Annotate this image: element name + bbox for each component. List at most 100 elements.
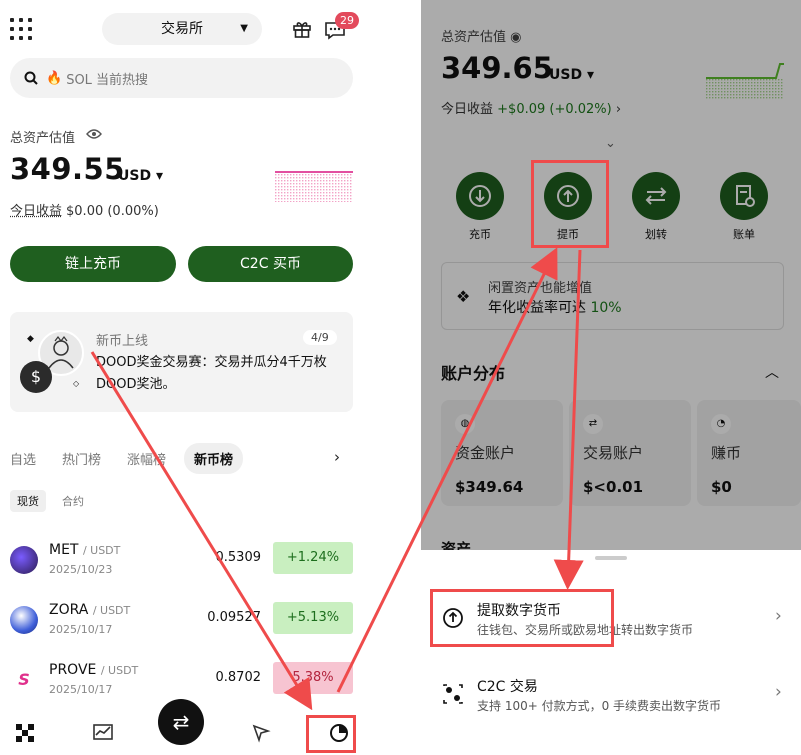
currency-label: USD — [549, 67, 583, 83]
discover-icon[interactable] — [250, 722, 272, 744]
quote-text: / USDT — [92, 604, 131, 617]
row-change: +5.13% — [273, 602, 353, 634]
dollar-coin-icon: $ — [20, 361, 52, 393]
withdraw-sheet: 提取数字货币 往钱包、交易所或欧易地址转出数字货币 › C2C 交易 支持 10… — [421, 550, 801, 755]
trading-account-card[interactable]: ⇄ 交易账户 $<0.01 — [569, 400, 691, 506]
exchange-icon: ⇄ — [583, 414, 603, 434]
sheet-handle[interactable] — [595, 556, 627, 560]
deposit-action[interactable]: 充币 — [455, 172, 505, 242]
market-row[interactable]: S PROVE / USDT 2025/10/17 0.8702 5.38% — [10, 662, 353, 702]
tab-gainers[interactable]: 涨幅榜 — [127, 449, 166, 468]
earn-account-card[interactable]: ◔ 赚币 $0 — [697, 400, 801, 506]
subtab-futures[interactable]: 合约 — [62, 493, 84, 509]
account-value: $349.64 — [455, 478, 524, 496]
prove-coin-icon: S — [10, 666, 38, 694]
trade-button[interactable]: ⇄ — [158, 699, 204, 745]
deposit-label: 充币 — [469, 228, 491, 241]
chevron-right-icon: › — [775, 606, 782, 626]
row-change: +1.24% — [273, 542, 353, 574]
account-distribution-title: 账户分布 — [441, 364, 506, 383]
today-pnl-label: 今日收益 — [441, 102, 494, 117]
exchange-switch[interactable]: 交易所 ▼ — [102, 13, 262, 45]
quote-text: / USDT — [100, 664, 139, 677]
caret-down-icon: ▼ — [240, 23, 248, 34]
today-pnl[interactable]: 今日收益 +$0.09 (+0.02%) › — [441, 98, 621, 117]
symbol-text: PROVE — [49, 662, 97, 678]
today-pnl-value: +$0.09 (+0.02%) — [497, 102, 612, 117]
bill-action[interactable]: 账单 — [719, 172, 769, 242]
home-screen: 交易所 ▼ 29 🔥 SOL 当前热搜 总资产估值 349.55 USD ▾ 今… — [0, 0, 371, 755]
asset-sparkline — [706, 63, 784, 100]
earn-banner-line1: 闲置资产也能增值 — [488, 281, 593, 296]
transfer-icon — [632, 172, 680, 220]
account-name: 赚币 — [711, 444, 742, 462]
chevron-down-icon[interactable]: ⌄ — [605, 136, 616, 151]
currency-selector[interactable]: USD ▾ — [549, 67, 594, 83]
tab-watchlist[interactable]: 自选 — [10, 449, 36, 468]
row-symbol: ZORA / USDT — [49, 602, 130, 618]
c2c-sell-option[interactable]: C2C 交易 支持 100+ 付款方式，0 手续费卖出数字货币 › — [421, 670, 801, 730]
row-change: 5.38% — [273, 662, 353, 694]
diamond-icon: ◆ — [27, 334, 34, 344]
fire-icon: 🔥 — [46, 70, 63, 86]
deposit-icon — [456, 172, 504, 220]
people-exchange-icon — [441, 682, 465, 706]
bill-icon — [720, 172, 768, 220]
total-assets-label-text: 总资产估值 — [441, 30, 507, 45]
search-input[interactable]: 🔥 SOL 当前热搜 — [10, 58, 353, 98]
promo-card[interactable]: ◆ $ ◇ 新币上线 4/9 DOOD奖金交易赛：交易并瓜分4千万枚DOOD奖池… — [10, 312, 353, 412]
earn-banner-line2: 年化收益率可达 10% — [488, 297, 622, 317]
onchain-deposit-button[interactable]: 链上充币 — [10, 246, 176, 282]
search-icon — [24, 71, 38, 85]
chevron-right-icon[interactable]: › — [334, 448, 340, 466]
assets-tab-highlight — [306, 715, 356, 753]
earn-rate: 10% — [590, 300, 622, 316]
chevron-up-icon[interactable]: ︿ — [765, 362, 779, 382]
asset-sparkline — [275, 171, 353, 202]
eye-icon[interactable] — [86, 128, 102, 140]
promo-title: 新币上线 — [96, 334, 149, 349]
row-symbol: MET / USDT — [49, 542, 120, 558]
transfer-label: 划转 — [645, 228, 667, 241]
row-date: 2025/10/17 — [49, 683, 113, 696]
okx-logo-icon[interactable] — [14, 722, 36, 744]
row-symbol: PROVE / USDT — [49, 662, 138, 678]
market-row[interactable]: ZORA / USDT 2025/10/17 0.09527 +5.13% — [10, 602, 353, 642]
symbol-text: MET — [49, 542, 79, 558]
c2c-buy-button[interactable]: C2C 买币 — [188, 246, 353, 282]
option-title: C2C 交易 — [477, 679, 538, 695]
account-name: 交易账户 — [583, 444, 644, 462]
subtab-spot[interactable]: 现货 — [10, 490, 46, 512]
account-value: $0 — [711, 478, 732, 496]
today-pnl: 今日收益 $0.00 (0.00%) — [10, 200, 159, 219]
earn-banner[interactable]: ❖ 闲置资产也能增值 年化收益率可达 10% — [441, 262, 784, 330]
tab-new-listings[interactable]: 新币榜 — [184, 442, 244, 474]
apps-grid-icon[interactable] — [10, 18, 32, 40]
earn-icon: ◔ — [711, 414, 731, 434]
eye-icon[interactable]: ◉ — [510, 30, 521, 45]
gift-icon[interactable] — [292, 19, 312, 39]
search-placeholder: SOL 当前热搜 — [66, 72, 149, 88]
account-name: 资金账户 — [455, 444, 516, 462]
row-price: 0.8702 — [215, 670, 262, 685]
assets-screen: 总资产估值 ◉ 349.65 USD ▾ 今日收益 +$0.09 (+0.02%… — [421, 0, 801, 755]
withdraw-crypto-highlight — [430, 589, 614, 647]
tab-hot[interactable]: 热门榜 — [62, 449, 101, 468]
total-assets-label: 总资产估值 ◉ — [441, 26, 522, 45]
today-pnl-value: $0.00 (0.00%) — [66, 204, 159, 219]
market-chart-icon[interactable] — [92, 722, 114, 744]
market-row[interactable]: MET / USDT 2025/10/23 0.5309 +1.24% — [10, 542, 353, 582]
market-tabs: 自选 热门榜 涨幅榜 新币榜 — [10, 442, 353, 474]
currency-selector[interactable]: USD ▾ — [118, 168, 163, 184]
notification-badge: 29 — [335, 12, 359, 29]
met-coin-icon — [10, 546, 38, 574]
transfer-action[interactable]: 划转 — [631, 172, 681, 242]
row-price: 0.09527 — [207, 610, 261, 625]
diamond-outline-icon: ◇ — [73, 379, 80, 388]
funding-account-card[interactable]: ◍ 资金账户 $349.64 — [441, 400, 563, 506]
bill-label: 账单 — [733, 228, 755, 241]
coins-icon: ❖ — [456, 287, 471, 306]
quote-text: / USDT — [82, 544, 121, 557]
screenshot-stage: 交易所 ▼ 29 🔥 SOL 当前热搜 总资产估值 349.55 USD ▾ 今… — [0, 0, 801, 755]
exchange-switch-label: 交易所 — [161, 21, 203, 37]
